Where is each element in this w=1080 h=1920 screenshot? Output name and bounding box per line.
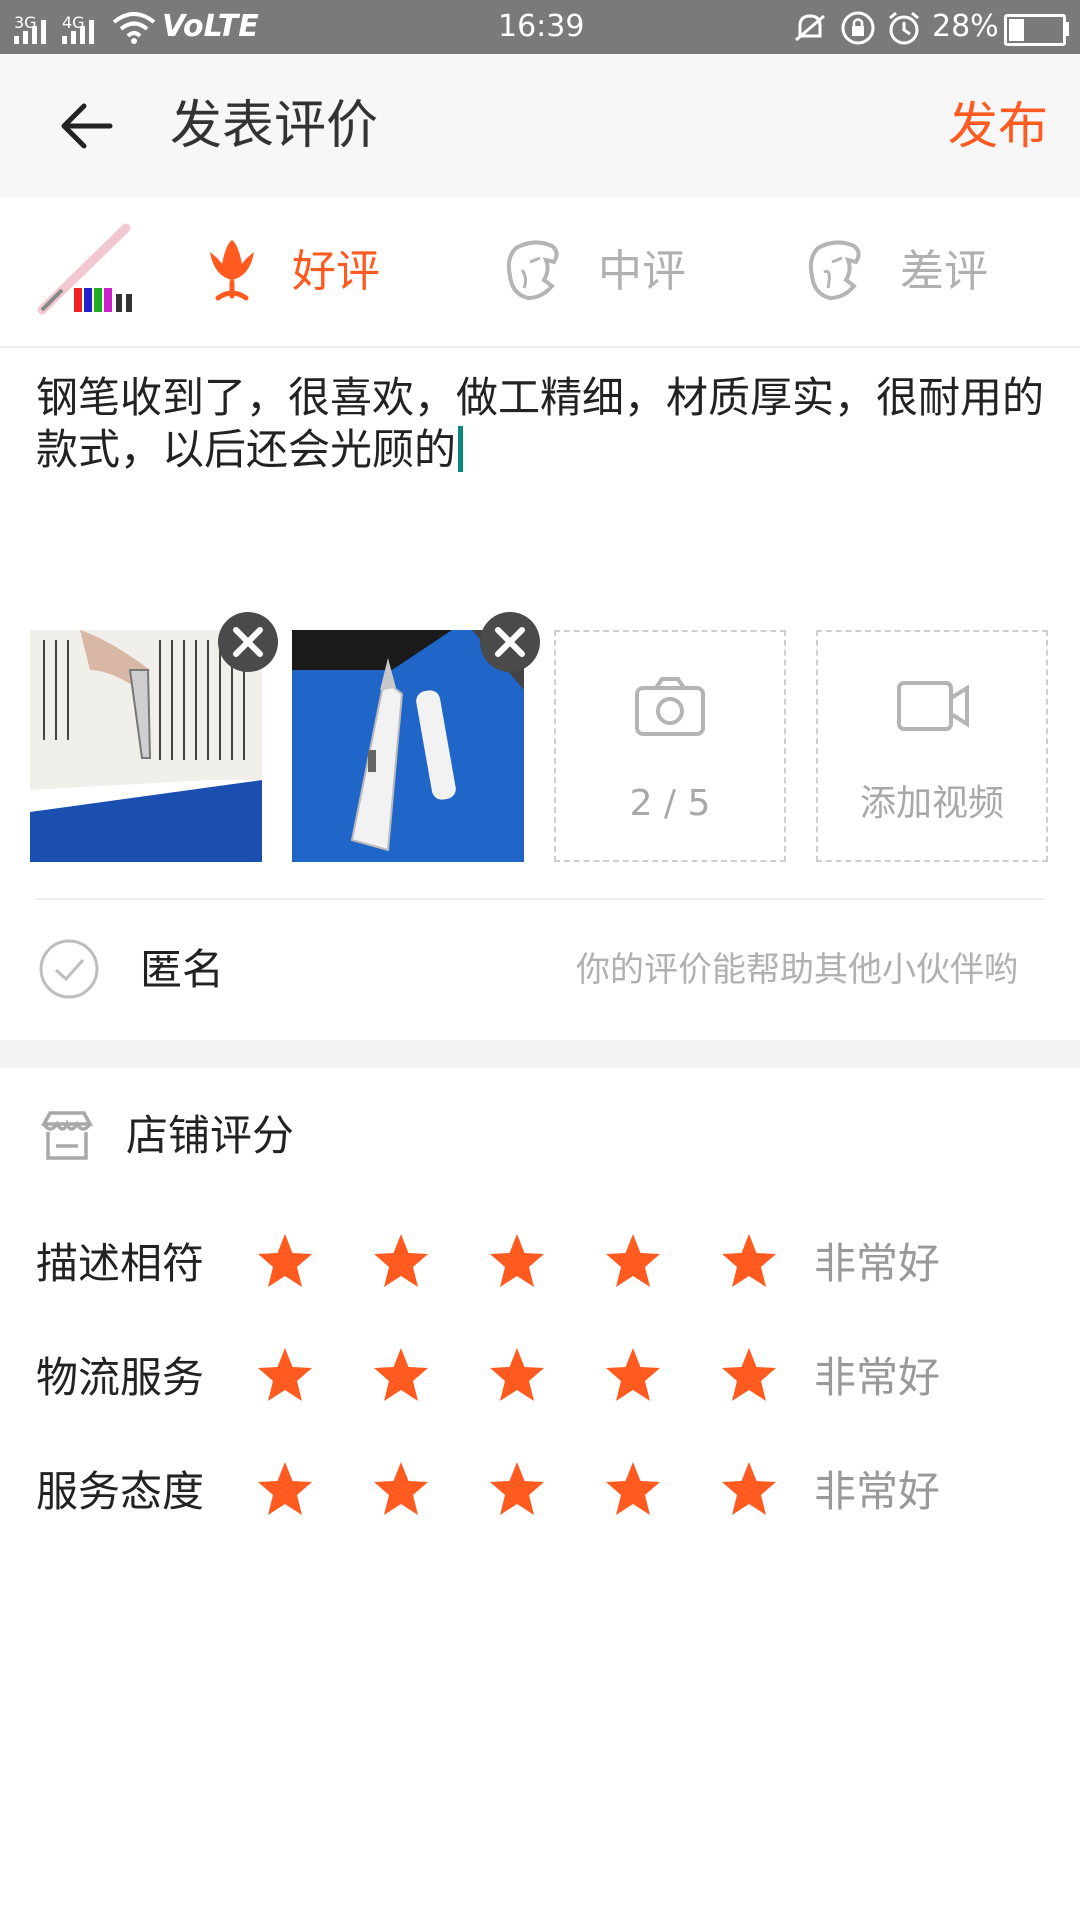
mute-icon [795, 14, 825, 42]
wifi-icon [112, 12, 156, 44]
add-video-button[interactable]: 添加视频 [816, 630, 1048, 862]
rating-row-label-service: 服务态度 [36, 1467, 205, 1516]
divider [36, 898, 1044, 900]
star-icon[interactable] [488, 1232, 546, 1290]
battery-icon [1004, 14, 1066, 46]
close-icon [233, 627, 263, 657]
clock: 16:39 [498, 9, 585, 44]
publish-button[interactable]: 发布 [948, 94, 1048, 158]
rating-row-label-logistics: 物流服务 [36, 1353, 205, 1402]
text-cursor [458, 426, 464, 472]
fountain-pen-image [37, 223, 132, 315]
divider [0, 346, 1080, 348]
star-icon[interactable] [720, 1460, 778, 1518]
stars-logistics[interactable] [256, 1344, 796, 1410]
rating-row-label-description: 描述相符 [36, 1239, 205, 1288]
battery-tip [1064, 22, 1069, 36]
rating-quality-service: 非常好 [814, 1467, 941, 1516]
app-header [0, 54, 1080, 198]
camera-icon [635, 677, 705, 736]
volte-label: VoLTE [162, 9, 259, 44]
video-camera-icon [897, 681, 969, 731]
star-icon[interactable] [720, 1232, 778, 1290]
battery-level-fill [1009, 19, 1024, 41]
rotation-lock-icon [841, 11, 875, 45]
remove-photo-2-button[interactable] [480, 612, 540, 672]
flower-good-icon [210, 240, 254, 301]
rating-bad-label[interactable]: 差评 [900, 244, 988, 300]
star-icon[interactable] [720, 1346, 778, 1404]
page-title: 发表评价 [170, 96, 379, 156]
status-bar: 3G 4G VoLTE 16:39 28% [0, 0, 1080, 54]
section-separator [0, 1040, 1080, 1068]
rating-good-label[interactable]: 好评 [292, 244, 380, 300]
stars-service[interactable] [256, 1458, 796, 1524]
review-text: 钢笔收到了，很喜欢，做工精细，材质厚实，很耐用的款式，以后还会光顾的 [36, 373, 1045, 474]
anonymous-checkbox[interactable] [38, 938, 100, 1000]
battery-percent: 28% [932, 9, 999, 44]
photo-count: 2 / 5 [629, 783, 711, 824]
review-text-field[interactable]: 钢笔收到了，很喜欢，做工精细，材质厚实，很耐用的款式，以后还会光顾的 [36, 372, 1046, 476]
add-photo-button[interactable]: 2 / 5 [554, 630, 786, 862]
star-icon[interactable] [256, 1460, 314, 1518]
star-icon[interactable] [488, 1346, 546, 1404]
rating-neutral[interactable] [504, 240, 564, 306]
store-icon [41, 1111, 93, 1160]
star-icon[interactable] [488, 1460, 546, 1518]
back-arrow-icon[interactable] [58, 100, 114, 152]
product-thumbnail [34, 222, 140, 322]
signal-icon-2 [62, 20, 94, 44]
stars-description[interactable] [256, 1230, 796, 1296]
star-icon[interactable] [604, 1460, 662, 1518]
star-icon[interactable] [604, 1346, 662, 1404]
face-neutral-icon [506, 240, 559, 301]
star-icon[interactable] [256, 1232, 314, 1290]
rating-good[interactable] [204, 240, 260, 306]
anonymous-hint: 你的评价能帮助其他小伙伴哟 [576, 950, 1018, 990]
add-video-label: 添加视频 [859, 783, 1004, 824]
rating-bad[interactable] [806, 240, 866, 306]
rating-quality-logistics: 非常好 [814, 1353, 941, 1402]
anonymous-label[interactable]: 匿名 [140, 942, 224, 998]
star-icon[interactable] [372, 1232, 430, 1290]
star-icon[interactable] [256, 1346, 314, 1404]
star-icon[interactable] [372, 1460, 430, 1518]
store-rating-title: 店铺评分 [126, 1111, 295, 1160]
star-icon[interactable] [604, 1232, 662, 1290]
face-bad-icon [808, 240, 861, 301]
rating-neutral-label[interactable]: 中评 [598, 244, 686, 300]
close-icon [495, 627, 525, 657]
alarm-icon [889, 11, 919, 45]
remove-photo-1-button[interactable] [218, 612, 278, 672]
signal-icon [14, 20, 46, 44]
rating-quality-description: 非常好 [814, 1239, 941, 1288]
star-icon[interactable] [372, 1346, 430, 1404]
